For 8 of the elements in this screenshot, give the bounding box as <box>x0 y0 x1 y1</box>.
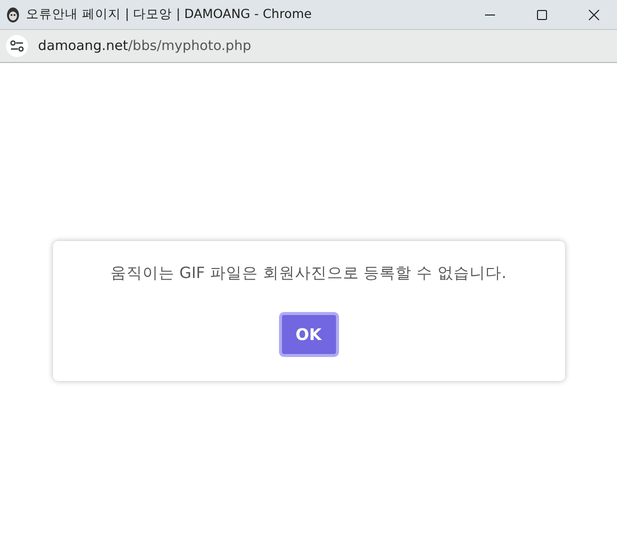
ok-button[interactable]: OK <box>278 312 338 356</box>
site-settings-button[interactable] <box>6 35 28 57</box>
url-text[interactable]: damoang.net/bbs/myphoto.php <box>38 38 252 54</box>
close-icon <box>588 8 600 20</box>
alert-message: 움직이는 GIF 파일은 회원사진으로 등록할 수 없습니다. <box>110 262 506 284</box>
maximize-icon <box>536 8 548 20</box>
window-title: 오류안내 페이지 | 다모앙 | DAMOANG - Chrome <box>26 6 313 23</box>
sliders-icon <box>10 40 24 52</box>
